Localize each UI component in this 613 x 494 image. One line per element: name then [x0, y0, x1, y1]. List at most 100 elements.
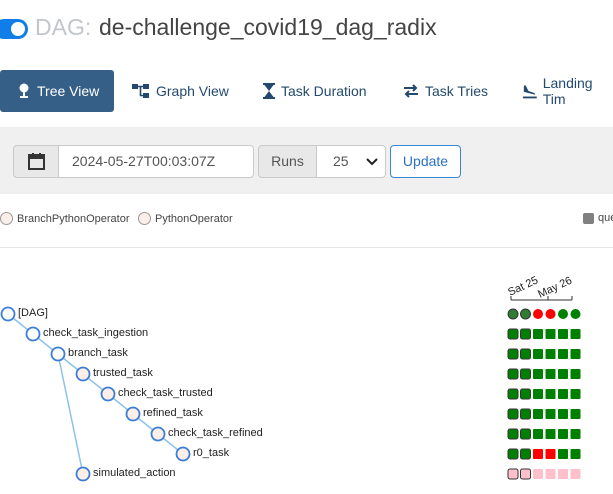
- runs-label: Runs: [258, 145, 317, 178]
- legend-label: BranchPythonOperator: [17, 212, 130, 225]
- task-label[interactable]: trusted_task: [93, 367, 153, 379]
- graph-icon: [132, 84, 149, 98]
- task-instance-square[interactable]: [570, 349, 581, 359]
- chevron-down-icon: [366, 158, 378, 166]
- task-instance-square[interactable]: [533, 409, 543, 419]
- task-instance-square[interactable]: [570, 329, 581, 339]
- tab-task-tries[interactable]: Task Tries: [403, 70, 488, 112]
- tree-icon: [19, 83, 29, 98]
- task-instance-square[interactable]: [520, 348, 531, 360]
- task-instance-square[interactable]: [507, 388, 519, 400]
- dag-run-circle[interactable]: [570, 309, 581, 319]
- tab-graph-view[interactable]: Graph View: [132, 70, 229, 112]
- task-instance-square[interactable]: [520, 408, 531, 420]
- task-node[interactable]: [75, 366, 91, 382]
- task-instance-square[interactable]: [520, 468, 531, 480]
- tab-task-tries-label: Task Tries: [425, 83, 489, 99]
- task-instance-square[interactable]: [558, 469, 568, 479]
- task-instance-square[interactable]: [533, 449, 543, 459]
- task-instance-square[interactable]: [558, 349, 568, 359]
- legend-state-swatch: [583, 212, 594, 224]
- task-instance-square[interactable]: [570, 429, 581, 439]
- task-label[interactable]: [DAG]: [18, 307, 48, 319]
- tab-tree-view[interactable]: Tree View: [0, 70, 114, 112]
- task-instance-square[interactable]: [507, 468, 519, 480]
- task-node[interactable]: [0, 306, 16, 322]
- divider: [0, 247, 613, 248]
- task-instance-square[interactable]: [520, 428, 531, 440]
- task-instance-square[interactable]: [507, 448, 519, 460]
- task-instance-square[interactable]: [545, 409, 556, 419]
- task-instance-square[interactable]: [533, 369, 543, 379]
- dag-run-circle[interactable]: [520, 308, 531, 320]
- task-instance-square[interactable]: [520, 388, 531, 400]
- task-instance-square[interactable]: [570, 369, 581, 379]
- task-node[interactable]: [125, 406, 141, 422]
- dag-pause-toggle[interactable]: [0, 19, 28, 39]
- task-instance-square[interactable]: [558, 449, 568, 459]
- task-node[interactable]: [100, 386, 116, 402]
- task-instance-square[interactable]: [507, 408, 519, 420]
- task-instance-square[interactable]: [545, 329, 556, 339]
- task-instance-square[interactable]: [545, 389, 556, 399]
- task-instance-square[interactable]: [507, 428, 519, 440]
- dag-run-circle[interactable]: [507, 308, 519, 320]
- runs-select-value: 25: [333, 153, 349, 169]
- task-label[interactable]: check_task_refined: [168, 427, 263, 439]
- task-instance-square[interactable]: [558, 369, 568, 379]
- task-node[interactable]: [75, 466, 91, 482]
- tab-tree-view-label: Tree View: [37, 83, 100, 99]
- legend-item-branch-python-operator: BranchPythonOperator: [0, 212, 130, 225]
- task-label[interactable]: branch_task: [68, 347, 128, 359]
- task-instance-square[interactable]: [570, 469, 581, 479]
- tab-task-duration[interactable]: Task Duration: [263, 70, 367, 112]
- task-instance-square[interactable]: [545, 469, 556, 479]
- task-node[interactable]: [150, 426, 166, 442]
- task-label[interactable]: refined_task: [143, 407, 203, 419]
- task-instance-square[interactable]: [533, 349, 543, 359]
- hourglass-icon: [263, 83, 275, 99]
- task-instance-square[interactable]: [507, 368, 519, 380]
- dag-run-circle[interactable]: [558, 309, 568, 319]
- update-button[interactable]: Update: [390, 145, 461, 178]
- task-instance-square[interactable]: [520, 368, 531, 380]
- task-label[interactable]: check_task_trusted: [118, 387, 213, 399]
- task-instance-square[interactable]: [507, 348, 519, 360]
- task-instance-square[interactable]: [533, 469, 543, 479]
- legend-swatch: [138, 212, 151, 225]
- task-instance-square[interactable]: [520, 448, 531, 460]
- task-instance-square[interactable]: [558, 429, 568, 439]
- task-instance-square[interactable]: [570, 449, 581, 459]
- task-instance-square[interactable]: [545, 349, 556, 359]
- task-node[interactable]: [25, 326, 41, 342]
- task-instance-square[interactable]: [545, 369, 556, 379]
- task-instance-square[interactable]: [570, 409, 581, 419]
- task-instance-square[interactable]: [558, 409, 568, 419]
- base-date-input[interactable]: 2024-05-27T00:03:07Z: [58, 145, 254, 178]
- date-tick-label: Sat 25: [506, 274, 540, 298]
- task-instance-square[interactable]: [558, 389, 568, 399]
- task-node[interactable]: [175, 446, 191, 462]
- task-instance-square[interactable]: [533, 429, 543, 439]
- task-instance-square[interactable]: [507, 328, 519, 340]
- legend-state-label: que: [598, 212, 613, 224]
- tab-graph-view-label: Graph View: [156, 83, 229, 99]
- view-tabs: Tree View Graph View Task Duration Task …: [0, 70, 613, 112]
- task-label[interactable]: simulated_action: [93, 467, 176, 479]
- task-node[interactable]: [50, 346, 66, 362]
- task-instance-square[interactable]: [545, 429, 556, 439]
- task-label[interactable]: check_task_ingestion: [43, 327, 148, 339]
- tab-landing-times[interactable]: Landing Tim: [522, 70, 613, 112]
- dag-run-circle[interactable]: [545, 309, 556, 319]
- task-instance-square[interactable]: [558, 329, 568, 339]
- task-instance-square[interactable]: [520, 328, 531, 340]
- task-instance-square[interactable]: [570, 389, 581, 399]
- legend-swatch: [0, 212, 13, 225]
- dag-run-circle[interactable]: [533, 309, 543, 319]
- runs-select[interactable]: 25: [316, 145, 386, 178]
- task-instance-square[interactable]: [533, 389, 543, 399]
- calendar-button[interactable]: [13, 145, 59, 178]
- task-instance-square[interactable]: [533, 329, 543, 339]
- task-label[interactable]: r0_task: [193, 447, 229, 459]
- task-instance-square[interactable]: [545, 449, 556, 459]
